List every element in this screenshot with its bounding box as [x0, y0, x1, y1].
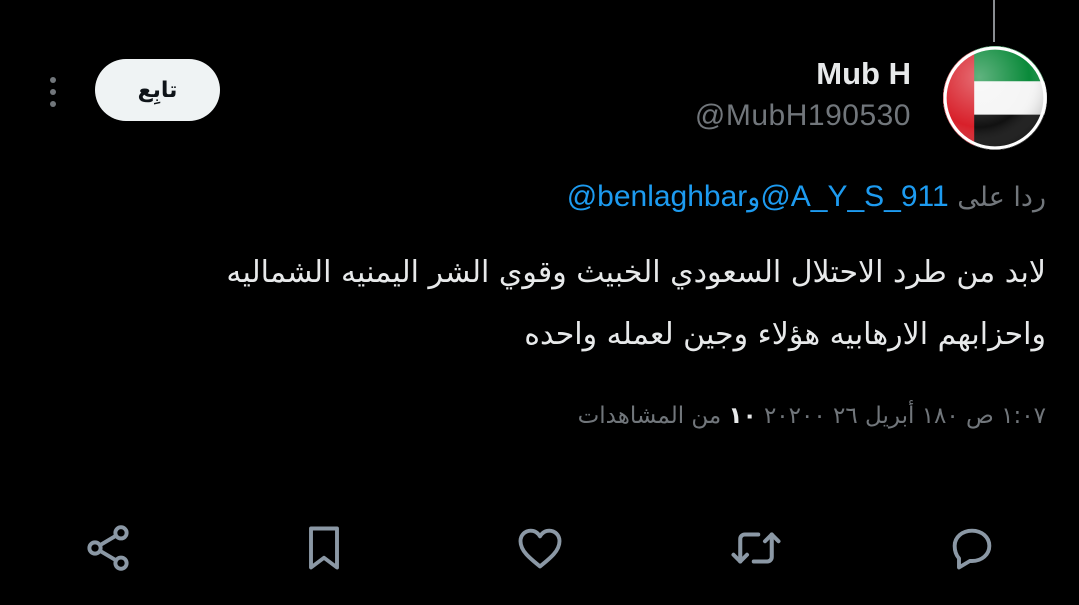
share-icon [87, 525, 129, 571]
avatar[interactable] [943, 46, 1047, 150]
tweet-text: لابد من طرد الاحتلال السعودي الخبيث وقوي… [86, 242, 1046, 366]
like-button[interactable] [510, 518, 570, 578]
more-options-icon[interactable] [44, 74, 62, 110]
reply-to-line: ردا على @A_Y_S_911و@benlaghbar [567, 180, 1046, 214]
views-count: ١٠ [728, 403, 757, 429]
reply-to-prefix: ردا على [957, 182, 1046, 213]
share-button[interactable] [78, 518, 138, 578]
heart-icon [518, 528, 562, 569]
reply-button[interactable] [942, 518, 1002, 578]
display-name[interactable]: Mub H [816, 56, 911, 92]
tweet-line-2: واحزابهم الارهابيه هؤلاء وجين لعمله واحد… [524, 317, 1046, 352]
reply-to-conjunction: و [747, 182, 761, 213]
repost-button[interactable] [726, 518, 786, 578]
bookmark-button[interactable] [294, 518, 354, 578]
follow-button[interactable]: تابِع [95, 59, 220, 121]
tweet-datetime[interactable]: ١:٠٧ ص ١٨٠ أبريل ٢٦ ٢٠٢٠٠ [764, 403, 1046, 429]
thread-connector-line [993, 0, 995, 42]
views-label: من المشاهدات [577, 403, 722, 429]
tweet-line-1: لابد من طرد الاحتلال السعودي الخبيث وقوي… [226, 255, 1046, 290]
reply-icon [952, 528, 992, 570]
uae-flag-icon [943, 46, 1047, 150]
repost-icon [731, 532, 781, 564]
bookmark-icon [309, 526, 339, 570]
user-handle[interactable]: @MubH190530 [695, 99, 911, 133]
tweet-meta: ١:٠٧ ص ١٨٠ أبريل ٢٦ ٢٠٢٠٠ ١٠ من المشاهدا… [578, 403, 1046, 429]
mention-link-2[interactable]: @benlaghbar [567, 180, 748, 213]
mention-link-1[interactable]: @A_Y_S_911 [760, 180, 948, 213]
